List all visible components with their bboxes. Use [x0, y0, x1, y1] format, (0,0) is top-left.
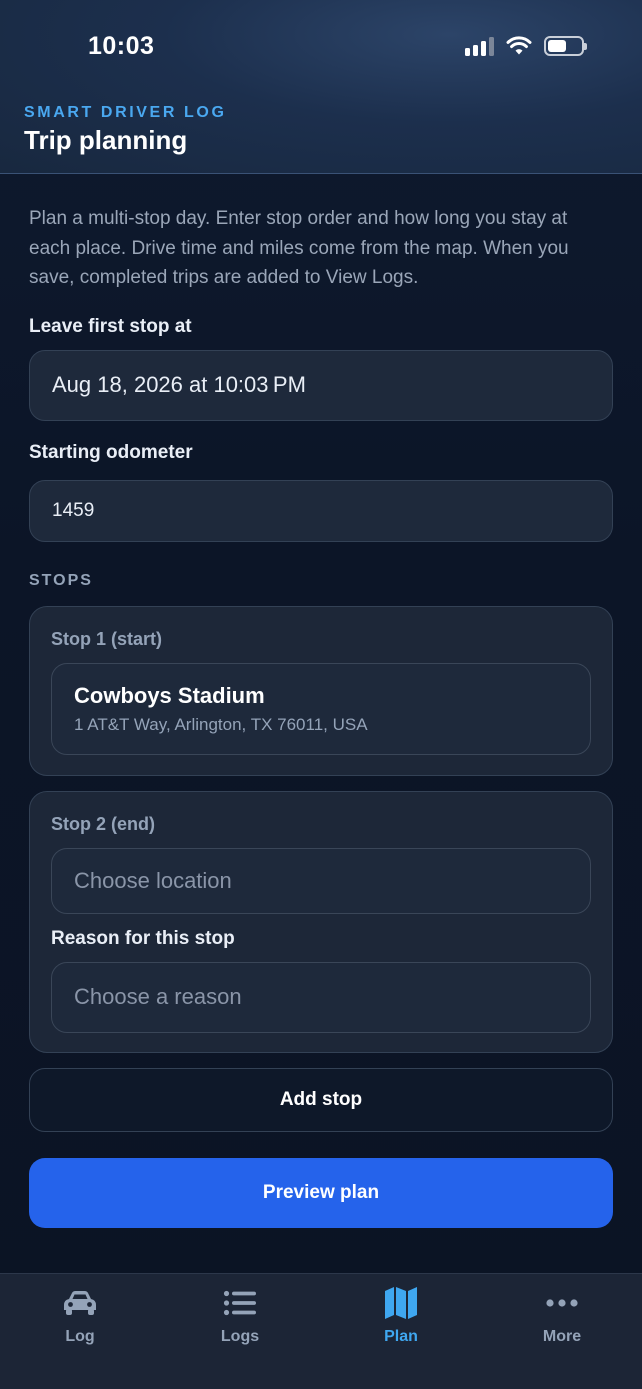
- header: 10:03 SMART DRIVER LOG Trip planning: [0, 0, 642, 174]
- add-stop-button[interactable]: Add stop: [29, 1067, 613, 1132]
- stop-title: Stop 1 (start): [51, 628, 163, 649]
- leave-label: Leave first stop at: [29, 315, 192, 337]
- tab-more[interactable]: More: [482, 1274, 642, 1389]
- intro-text: Plan a multi-stop day. Enter stop order …: [29, 208, 569, 288]
- page-title: Trip planning: [24, 125, 188, 155]
- stops-section-label: STOPS: [29, 571, 93, 589]
- leave-datetime-value: Aug 18, 2026 at 10:03 PM: [52, 372, 306, 397]
- battery-icon: [544, 36, 587, 56]
- odometer-input[interactable]: 1459: [29, 479, 613, 542]
- tab-label: Log: [65, 1328, 95, 1345]
- stop-location-field[interactable]: Cowboys Stadium 1 AT&T Way, Arlington, T…: [51, 662, 591, 755]
- odometer-label: Starting odometer: [29, 441, 193, 463]
- tab-plan[interactable]: Plan: [321, 1274, 481, 1389]
- map-icon: [384, 1286, 418, 1320]
- tab-log[interactable]: Log: [0, 1274, 160, 1389]
- location-placeholder: Choose location: [74, 867, 232, 893]
- reason-select[interactable]: Choose a reason: [51, 961, 591, 1033]
- wifi-icon: [506, 36, 532, 55]
- tab-bar: Log Logs Plan More: [0, 1273, 642, 1389]
- status-time: 10:03: [88, 32, 155, 60]
- status-icons: [465, 36, 587, 56]
- trip-planning-screen: 10:03 SMART DRIVER LOG Trip planning Pla…: [0, 0, 642, 1389]
- choose-location-field[interactable]: Choose location: [51, 847, 591, 914]
- main-content: Plan a multi-stop day. Enter stop order …: [29, 204, 613, 1228]
- car-icon: [61, 1286, 99, 1320]
- app-name: SMART DRIVER LOG: [24, 104, 227, 121]
- reason-placeholder: Choose a reason: [74, 984, 242, 1009]
- place-address: 1 AT&T Way, Arlington, TX 76011, USA: [74, 714, 368, 734]
- tab-label: More: [542, 1328, 582, 1345]
- reason-label: Reason for this stop: [51, 927, 235, 949]
- preview-plan-button[interactable]: Preview plan: [29, 1157, 613, 1228]
- tab-label: Logs: [220, 1328, 260, 1345]
- stop-card-2: Stop 2 (end) Choose location Reason for …: [29, 790, 613, 1053]
- cellular-signal-icon: [465, 36, 494, 56]
- odometer-value: 1459: [52, 499, 95, 521]
- stop-title: Stop 2 (end): [51, 813, 155, 834]
- list-icon: [223, 1286, 257, 1320]
- more-icon: [545, 1286, 579, 1320]
- leave-datetime-field[interactable]: Aug 18, 2026 at 10:03 PM: [29, 349, 613, 421]
- place-name: Cowboys Stadium: [74, 682, 265, 708]
- stop-card-1: Stop 1 (start) Cowboys Stadium 1 AT&T Wa…: [29, 605, 613, 776]
- tab-logs[interactable]: Logs: [160, 1274, 320, 1389]
- tab-label: Plan: [384, 1328, 418, 1345]
